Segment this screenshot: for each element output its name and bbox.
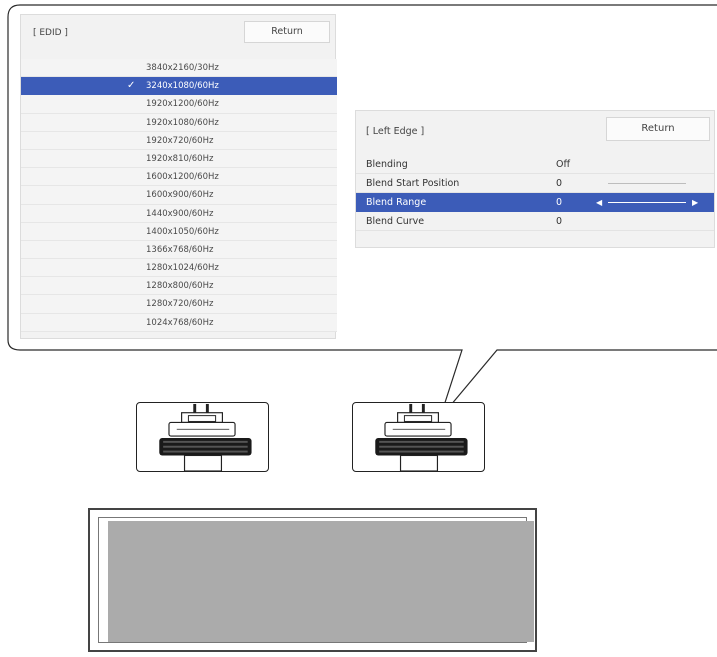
checkmark-icon: ✓ xyxy=(127,80,136,92)
setting-value: 0 xyxy=(556,216,563,227)
resolution-list: 3840x2160/30Hz ✓ 3240x1080/60Hz 1920x1200/6… xyxy=(21,59,337,332)
setting-label: Blending xyxy=(366,159,408,170)
resolution-option[interactable]: 1280x800/60Hz xyxy=(21,277,337,296)
resolution-label: 3240x1080/60Hz xyxy=(146,81,219,92)
resolution-option[interactable]: ✓ 3240x1080/60Hz xyxy=(21,77,337,96)
value-slider[interactable] xyxy=(596,174,706,193)
projector-illustration-left xyxy=(136,402,269,472)
resolution-label: 3840x2160/30Hz xyxy=(146,63,219,73)
setting-value: 0 xyxy=(556,178,563,189)
resolution-option[interactable]: 1600x1200/60Hz xyxy=(21,168,337,187)
value-slider[interactable]: ◀ ▶ xyxy=(596,193,706,212)
resolution-label: 1920x720/60Hz xyxy=(146,135,214,146)
edid-menu-panel: [ EDID ] Return 3840x2160/30Hz ✓ 3240x1080… xyxy=(20,14,337,339)
resolution-label: 1280x800/60Hz xyxy=(146,281,214,292)
edid-header: [ EDID ] Return xyxy=(21,15,335,57)
setting-row[interactable]: Blending Off xyxy=(356,155,714,174)
left-edge-title: [ Left Edge ] xyxy=(366,126,425,137)
resolution-option[interactable]: 1280x1024/60Hz xyxy=(21,259,337,278)
setting-row[interactable]: Blend Start Position 0 xyxy=(356,174,714,193)
left-edge-return-button[interactable]: Return xyxy=(606,117,710,141)
projected-image-area xyxy=(108,521,534,642)
setting-value: Off xyxy=(556,159,571,170)
projector-illustration-right xyxy=(352,402,485,472)
resolution-option[interactable]: 1920x1080/60Hz xyxy=(21,113,337,132)
setting-value: 0 xyxy=(556,197,563,208)
resolution-option[interactable]: 1440x900/60Hz xyxy=(21,204,337,223)
resolution-option[interactable]: 1366x768/60Hz xyxy=(21,240,337,260)
resolution-label: 1600x1200/60Hz xyxy=(146,172,219,183)
resolution-option[interactable]: 1920x1200/60Hz xyxy=(21,95,337,114)
resolution-label: 1920x810/60Hz xyxy=(146,153,214,164)
screen-frame xyxy=(98,517,534,643)
setting-label: Blend Start Position xyxy=(366,178,460,189)
resolution-label: 1280x720/60Hz xyxy=(146,299,214,310)
resolution-label: 1024x768/60Hz xyxy=(146,317,214,328)
resolution-label: 1440x900/60Hz xyxy=(146,208,214,219)
resolution-label: 1920x1080/60Hz xyxy=(146,117,219,128)
resolution-label: 1600x900/60Hz xyxy=(146,190,214,201)
resolution-label: 1400x1050/60Hz xyxy=(146,226,219,237)
resolution-option[interactable]: 1920x810/60Hz xyxy=(21,149,337,169)
left-edge-settings: Blending Off Blend Start Position 0 Blend Ra… xyxy=(356,155,714,231)
arrow-left-icon[interactable]: ◀ xyxy=(596,193,602,212)
resolution-label: 1366x768/60Hz xyxy=(146,244,214,255)
projection-screen xyxy=(88,508,537,652)
slider-track xyxy=(608,202,686,203)
resolution-label: 1280x1024/60Hz xyxy=(146,263,219,274)
setting-row[interactable]: Blend Curve 0 xyxy=(356,212,714,231)
resolution-label: 1920x1200/60Hz xyxy=(146,99,219,110)
setting-row[interactable]: Blend Range 0 ◀ ▶ xyxy=(356,193,714,212)
edid-title: [ EDID ] xyxy=(33,28,68,38)
left-edge-menu-panel: [ Left Edge ] Return Blending Off Blend St… xyxy=(355,110,715,248)
setting-label: Blend Range xyxy=(366,197,427,208)
slider-track xyxy=(608,183,686,184)
resolution-option[interactable]: 1920x720/60Hz xyxy=(21,131,337,150)
resolution-option[interactable]: 1400x1050/60Hz xyxy=(21,222,337,241)
resolution-option[interactable]: 1280x720/60Hz xyxy=(21,295,337,314)
resolution-option[interactable]: 1024x768/60Hz xyxy=(21,313,337,332)
setting-label: Blend Curve xyxy=(366,216,425,227)
edid-return-button[interactable]: Return xyxy=(244,21,330,43)
arrow-right-icon[interactable]: ▶ xyxy=(692,193,698,212)
resolution-option[interactable]: 3840x2160/30Hz xyxy=(21,59,337,78)
resolution-option[interactable]: 1600x900/60Hz xyxy=(21,186,337,205)
